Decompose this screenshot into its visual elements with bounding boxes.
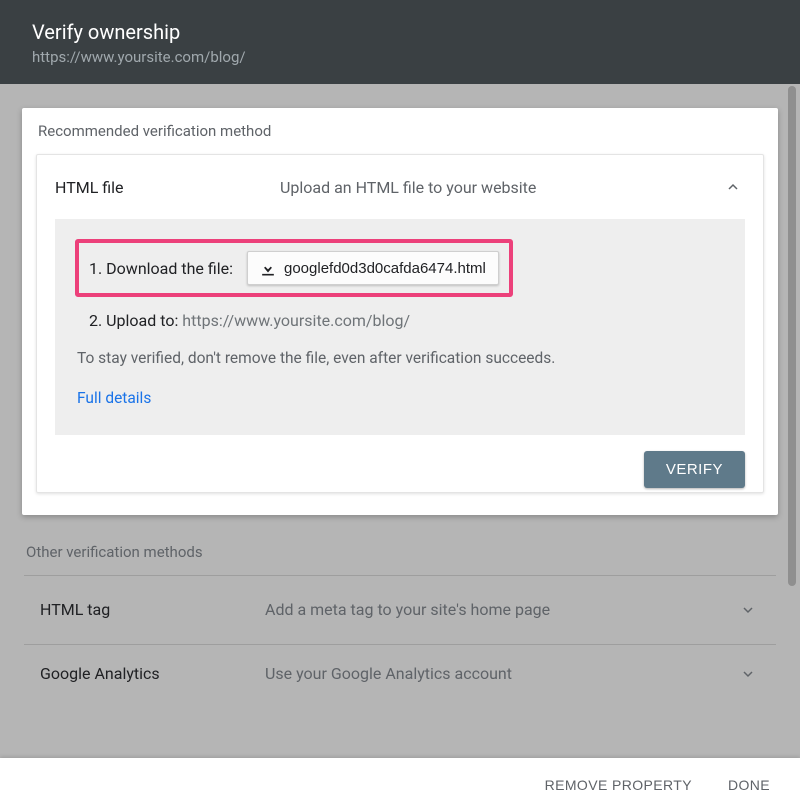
- dialog-header: Verify ownership https://www.yoursite.co…: [0, 0, 800, 84]
- recommended-method-card: Recommended verification method HTML fil…: [22, 108, 778, 515]
- chevron-down-icon: [736, 598, 760, 622]
- dialog-title: Verify ownership: [32, 20, 768, 44]
- html-file-method-body: 1. Download the file: googlefd0d3d0cafda…: [55, 219, 745, 435]
- download-step-highlight: 1. Download the file: googlefd0d3d0cafda…: [75, 239, 513, 297]
- dialog-footer: REMOVE PROPERTY DONE: [0, 758, 800, 812]
- property-url: https://www.yoursite.com/blog/: [32, 48, 768, 66]
- chevron-down-icon: [736, 662, 760, 686]
- method-google-analytics[interactable]: Google Analytics Use your Google Analyti…: [24, 645, 776, 687]
- method-description: Add a meta tag to your site's home page: [265, 600, 736, 619]
- step-2: 2. Upload to: https://www.yoursite.com/b…: [75, 307, 725, 348]
- method-description: Use your Google Analytics account: [265, 664, 736, 683]
- scrollbar-thumb[interactable]: [788, 86, 796, 586]
- other-methods-label: Other verification methods: [24, 543, 776, 561]
- step-2-prefix: 2. Upload to:: [89, 311, 182, 330]
- method-name: Google Analytics: [40, 664, 265, 683]
- method-name: HTML file: [55, 178, 280, 197]
- verify-button[interactable]: VERIFY: [644, 451, 745, 488]
- other-methods-section: Other verification methods HTML tag Add …: [22, 543, 778, 687]
- method-name: HTML tag: [40, 600, 265, 619]
- recommended-section-label: Recommended verification method: [36, 122, 764, 140]
- method-description: Upload an HTML file to your website: [280, 178, 721, 197]
- other-methods-list: HTML tag Add a meta tag to your site's h…: [24, 575, 776, 687]
- html-file-method-panel: HTML file Upload an HTML file to your we…: [36, 154, 764, 493]
- remove-property-button[interactable]: REMOVE PROPERTY: [539, 769, 698, 801]
- done-button[interactable]: DONE: [722, 769, 776, 801]
- html-file-method-header[interactable]: HTML file Upload an HTML file to your we…: [37, 155, 763, 219]
- method-html-tag[interactable]: HTML tag Add a meta tag to your site's h…: [24, 576, 776, 645]
- step-1-label: 1. Download the file:: [89, 259, 233, 278]
- dialog-body: Recommended verification method HTML fil…: [0, 84, 800, 760]
- download-filename: googlefd0d3d0cafda6474.html: [284, 260, 486, 277]
- full-details-link[interactable]: Full details: [75, 389, 153, 407]
- chevron-up-icon: [721, 175, 745, 199]
- step-2-url: https://www.yoursite.com/blog/: [182, 311, 410, 330]
- verification-note: To stay verified, don't remove the file,…: [75, 348, 725, 388]
- download-file-button[interactable]: googlefd0d3d0cafda6474.html: [247, 251, 499, 285]
- verify-row: VERIFY: [37, 435, 763, 492]
- download-icon: [258, 258, 278, 278]
